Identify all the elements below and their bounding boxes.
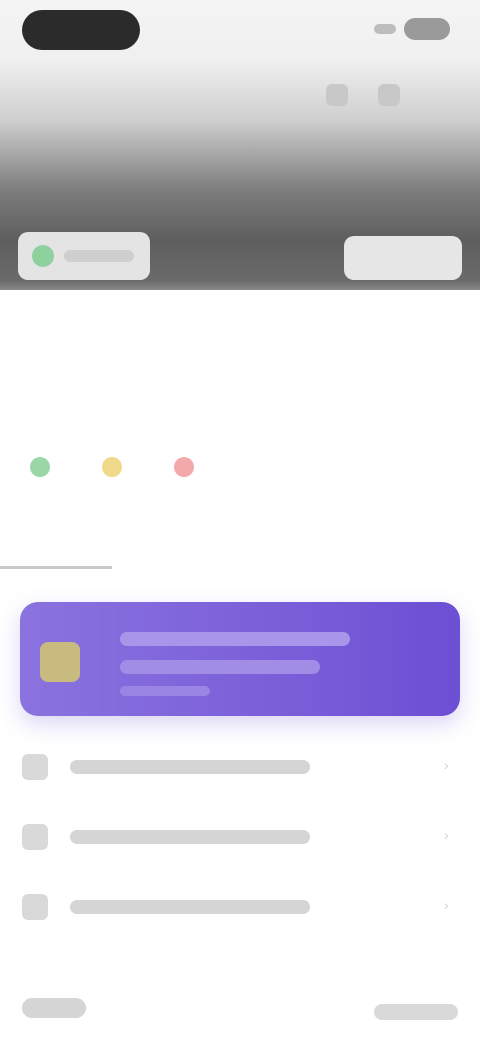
battery-icon xyxy=(404,18,450,40)
section-list: › › › xyxy=(0,740,480,950)
hero-chip-action[interactable] xyxy=(344,236,462,280)
more-icon[interactable] xyxy=(378,84,400,106)
document-icon xyxy=(22,754,48,780)
list-item[interactable]: › xyxy=(0,810,480,880)
promo-title xyxy=(120,632,350,646)
content-tabs xyxy=(14,530,466,564)
document-icon xyxy=(22,894,48,920)
reaction-badges xyxy=(30,452,202,482)
promo-caption xyxy=(120,686,210,696)
gift-icon xyxy=(40,642,80,682)
signal-icon xyxy=(374,24,396,34)
neutral-dot-icon xyxy=(102,457,122,477)
hero-banner xyxy=(0,0,480,290)
footer-left-action[interactable] xyxy=(22,998,86,1018)
share-icon[interactable] xyxy=(326,84,348,106)
reaction-badge-positive[interactable] xyxy=(30,452,58,482)
footer-right-action[interactable] xyxy=(374,1004,458,1020)
document-icon xyxy=(22,824,48,850)
hero-chip-category[interactable] xyxy=(18,232,150,280)
list-item[interactable]: › xyxy=(0,880,480,950)
hero-controls xyxy=(326,84,400,106)
promo-subtitle xyxy=(120,660,320,674)
reaction-badge-neutral[interactable] xyxy=(102,452,130,482)
article-headline xyxy=(20,372,440,432)
chevron-right-icon: › xyxy=(444,827,449,843)
chevron-right-icon: › xyxy=(444,757,449,773)
dynamic-island xyxy=(22,10,140,50)
active-tab-indicator xyxy=(0,566,112,569)
list-item-label xyxy=(70,830,310,844)
hero-title xyxy=(22,170,282,214)
promo-card[interactable] xyxy=(20,602,460,716)
list-item-label xyxy=(70,760,310,774)
chevron-right-icon: › xyxy=(444,897,449,913)
article-meta xyxy=(22,310,202,328)
hero-chip-label xyxy=(64,250,134,262)
status-bar-indicators xyxy=(374,18,450,40)
list-item[interactable]: › xyxy=(0,740,480,810)
list-item-label xyxy=(70,900,310,914)
negative-dot-icon xyxy=(174,457,194,477)
positive-dot-icon xyxy=(30,457,50,477)
reaction-badge-negative[interactable] xyxy=(174,452,202,482)
leaf-icon xyxy=(32,245,54,267)
